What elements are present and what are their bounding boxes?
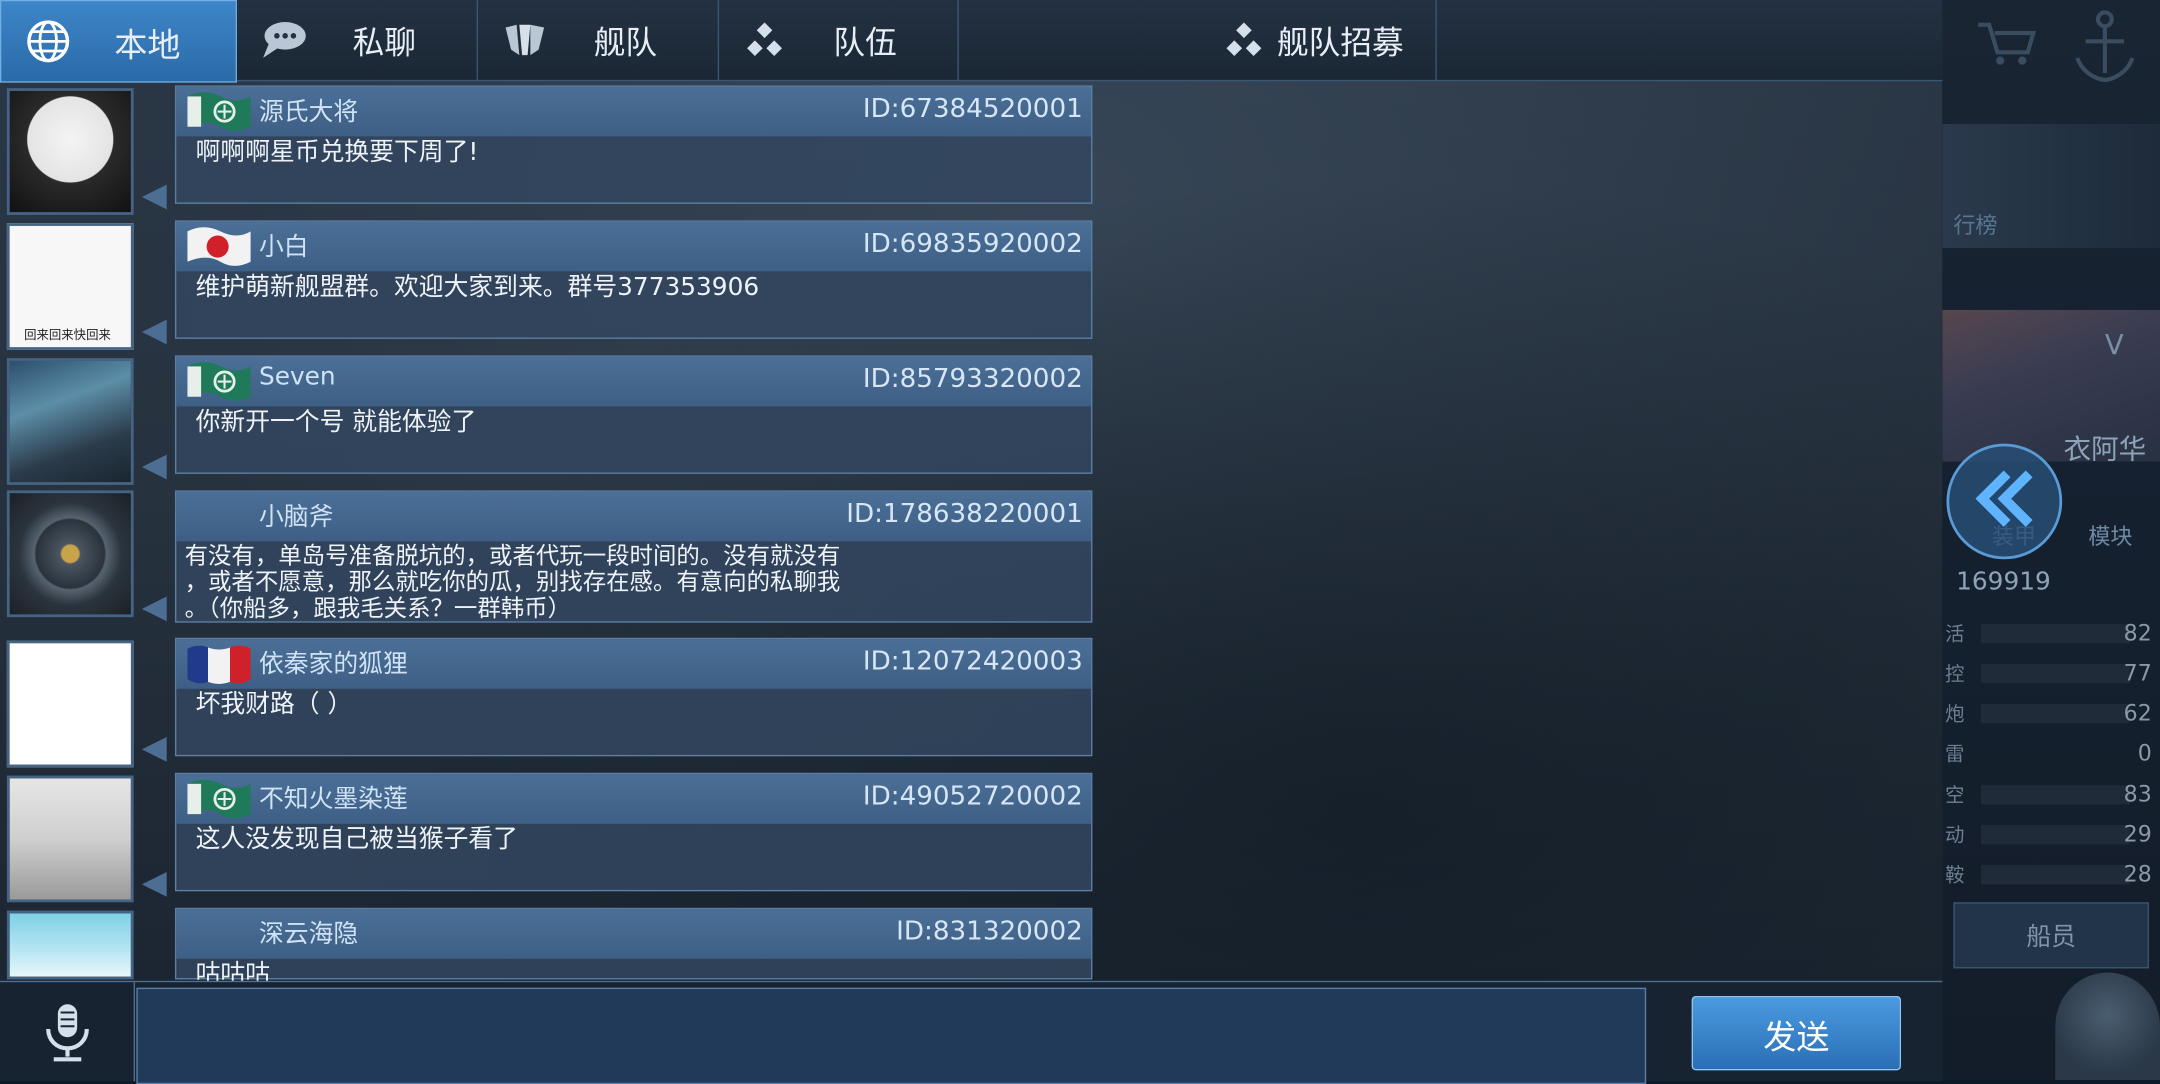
avatar[interactable]: [6, 640, 134, 768]
stat-row: 鞍 28: [1945, 860, 2152, 888]
tab-private-chat[interactable]: 私聊: [237, 0, 479, 80]
avatar[interactable]: [6, 910, 134, 980]
message-pointer: [141, 184, 167, 210]
sender-id: ID:85793320002: [862, 363, 1083, 394]
tab-fleet-recruit[interactable]: 舰队招募: [957, 0, 1437, 80]
stat-row: 炮 62: [1945, 699, 2152, 726]
message-input[interactable]: [136, 987, 1647, 1084]
message-header: 不知火墨染莲 ID:49052720002: [176, 774, 1092, 824]
stat-row: 空 83: [1945, 781, 2152, 808]
message-header: Seven ID:85793320002: [176, 356, 1092, 407]
sender-name[interactable]: Seven: [259, 362, 336, 391]
team-dots-icon: [737, 12, 792, 67]
team-dots-icon: [1216, 12, 1271, 67]
avatar[interactable]: [6, 88, 134, 215]
ship-name: 衣阿华: [2063, 432, 2147, 466]
message-header: 小白 ID:69835920002: [176, 221, 1092, 272]
france-flag-icon: [187, 643, 251, 684]
rank-label: 行榜: [1953, 212, 1998, 239]
message-pointer: [141, 871, 167, 897]
message-bubble: 源氏大将 ID:67384520001 啊啊啊星币兑换要下周了!: [174, 85, 1093, 204]
sender-name[interactable]: 依秦家的狐狸: [259, 645, 408, 681]
captain-portrait: [2055, 972, 2160, 1080]
message-header: 深云海隐 ID:831320002: [176, 909, 1092, 959]
fleet-shield-icon: [497, 12, 552, 67]
crew-button[interactable]: 船员: [1953, 902, 2149, 969]
sender-name[interactable]: 不知火墨染莲: [259, 780, 408, 816]
stat-row: 雷0: [1945, 739, 2152, 766]
message-pointer: [141, 454, 167, 480]
message-pointer: [141, 319, 167, 345]
message-header: 依秦家的狐狸 ID:12072420003: [176, 639, 1092, 689]
sender-name[interactable]: 源氏大将: [259, 92, 358, 128]
avatar[interactable]: [6, 775, 134, 903]
double-chevron-left-icon: [1975, 470, 2033, 527]
message-header: 源氏大将 ID:67384520001: [176, 86, 1092, 137]
sender-name[interactable]: 小白: [259, 227, 309, 263]
green-flag-icon: [187, 91, 251, 132]
stat-row: 动 29: [1945, 821, 2152, 848]
message-text: 维护萌新舰盟群。欢迎大家到来。群号377353906: [195, 272, 760, 302]
green-flag-icon: [187, 778, 251, 819]
avatar[interactable]: [6, 358, 134, 485]
message-pointer: [141, 596, 167, 622]
avatar[interactable]: [6, 490, 134, 618]
tab-fleet[interactable]: 舰队: [478, 0, 720, 80]
message-header: 小脑斧 ID:178638220001: [176, 491, 1092, 542]
anchor-icon: [2075, 10, 2135, 82]
avatar-caption: 回来回来快回来: [24, 329, 111, 344]
cart-icon: [1978, 22, 2037, 65]
message-text: 坏我财路（ ）: [195, 690, 353, 720]
message-bubble: 不知火墨染莲 ID:49052720002 这人没发现自己被当猴子看了: [174, 772, 1093, 892]
sender-id: ID:67384520001: [862, 93, 1083, 124]
message-bubble: Seven ID:85793320002 你新开一个号 就能体验了: [174, 355, 1093, 474]
message-bubble: 小白 ID:69835920002 维护萌新舰盟群。欢迎大家到来。群号3773539…: [174, 220, 1093, 339]
voice-button[interactable]: [0, 982, 135, 1082]
sender-id: ID:178638220001: [846, 498, 1083, 529]
tab-team[interactable]: 队伍: [718, 0, 959, 80]
module-label: 模块: [2088, 523, 2133, 550]
green-flag-icon: [187, 361, 251, 402]
sender-name[interactable]: 深云海隐: [259, 915, 358, 951]
sender-id: ID:831320002: [896, 916, 1083, 947]
message-bubble: 深云海隐 ID:831320002 咕咕咕: [174, 907, 1093, 988]
sender-name[interactable]: 小脑斧: [259, 497, 333, 533]
microphone-icon: [45, 1004, 89, 1062]
message-text: 啊啊啊星币兑换要下周了!: [195, 137, 479, 167]
compose-bar: 发送: [0, 980, 1943, 1084]
combat-power: 169919: [1956, 567, 2051, 597]
avatar[interactable]: 回来回来快回来: [6, 223, 134, 350]
sender-id: ID:69835920002: [862, 228, 1083, 259]
sender-id: ID:49052720002: [862, 781, 1083, 812]
expand-panel-button[interactable]: [1946, 443, 2063, 560]
message-text: 你新开一个号 就能体验了: [195, 407, 477, 437]
send-button[interactable]: 发送: [1691, 995, 1902, 1071]
message-bubble: 小脑斧 ID:178638220001 有没有，单岛号准备脱坑的，或者代玩一段时间的…: [174, 490, 1093, 623]
globe-icon: [21, 14, 76, 69]
stat-row: 控 77: [1945, 659, 2152, 687]
channel-tab-bar: 本地 私聊 舰队 队伍 舰队招募: [0, 0, 1943, 83]
message-text: 这人没发现自己被当猴子看了: [195, 825, 518, 855]
level-label: V: [2104, 327, 2124, 361]
message-text: 有没有，单岛号准备脱坑的，或者代玩一段时间的。没有就没有 ，或者不愿意，那么就吃…: [184, 542, 841, 623]
sender-id: ID:12072420003: [862, 646, 1083, 677]
japan-flag-icon: [187, 226, 251, 267]
tab-local[interactable]: 本地: [0, 0, 237, 83]
chat-bubble-icon: [256, 12, 311, 67]
message-pointer: [141, 736, 167, 762]
stat-row: 活 82: [1945, 619, 2152, 647]
message-bubble: 依秦家的狐狸 ID:12072420003 坏我财路（ ）: [174, 637, 1093, 757]
